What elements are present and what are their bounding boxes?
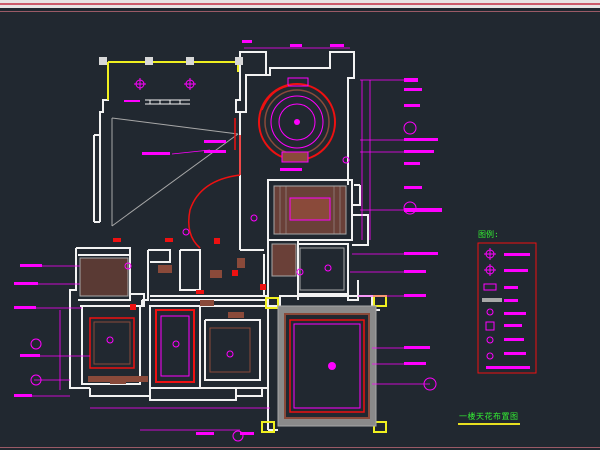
legend-box	[477, 242, 537, 374]
legend-title: 图例:	[478, 230, 499, 239]
roof-lines	[111, 117, 239, 227]
window-mullions	[145, 99, 190, 105]
rotunda-ceiling	[258, 77, 336, 163]
cad-viewport[interactable]: 图例: 一楼天花布置图	[0, 0, 600, 450]
light-track	[188, 118, 241, 249]
living-room-ceiling	[277, 305, 377, 427]
drawing-title: 一楼天花布置图	[459, 412, 519, 421]
drawing-title-underline	[458, 423, 520, 425]
floor-plan-drawing[interactable]	[0, 0, 600, 450]
stair-ceiling	[271, 185, 347, 291]
annotation-tags	[14, 40, 442, 435]
